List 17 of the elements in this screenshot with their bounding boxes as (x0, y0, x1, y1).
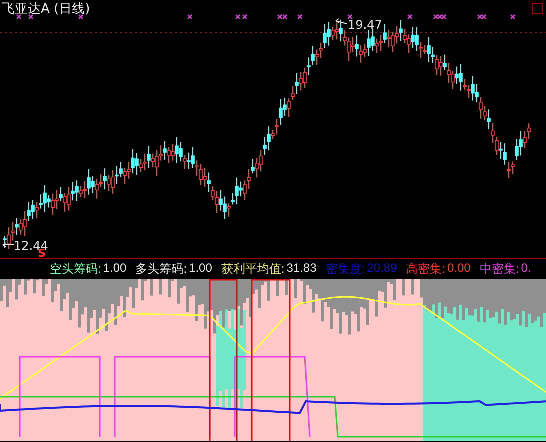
chart-title: 飞亚达A (日线) (2, 1, 90, 18)
legend-value: 20.89 (367, 260, 398, 276)
legend-label: 高密集: (406, 260, 446, 278)
legend-value: 31.83 (286, 260, 317, 276)
legend-label: 密集度: (326, 260, 366, 278)
legend-label: 获利平均值: (221, 260, 285, 278)
high-price-label: 19.47 (348, 18, 382, 32)
legend-value: 1.00 (189, 260, 212, 276)
arrow-icon (2, 242, 14, 248)
legend-label: 多头筹码: (136, 260, 188, 278)
legend-label: 空头筹码: (50, 260, 102, 278)
legend-value: 1.00 (103, 260, 127, 276)
legend-value: 0. (521, 260, 532, 276)
window-box-icon[interactable] (532, 3, 543, 14)
arrow-icon (336, 18, 348, 24)
legend-value: 0.00 (448, 260, 471, 276)
legend-label: 中密集: (480, 260, 520, 278)
